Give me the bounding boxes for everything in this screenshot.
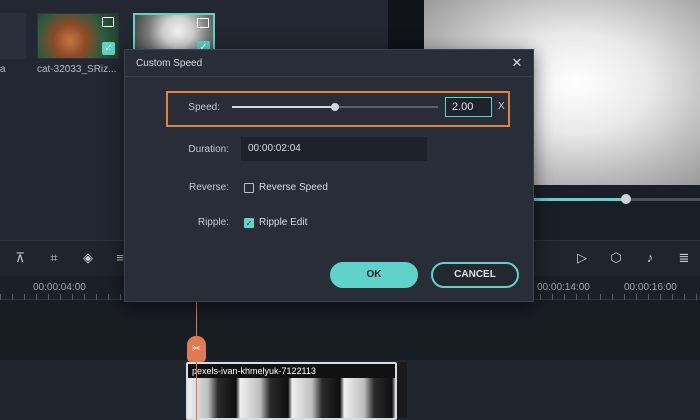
mic-icon[interactable]: ♪: [642, 250, 658, 266]
preview-scrub-handle[interactable]: [621, 194, 631, 204]
play-icon[interactable]: ▷: [574, 250, 590, 266]
clip-tail: [397, 362, 407, 418]
ruler-tick-label: 00:00:14:00: [537, 282, 590, 293]
clip-label: pexels-ivan-khmelyuk-7122113: [192, 366, 316, 376]
clip-thumbnails: [188, 378, 395, 418]
reverse-speed-checkbox[interactable]: [244, 183, 254, 193]
media-thumbnail-cat[interactable]: ✓: [37, 13, 119, 59]
speed-unit: X: [498, 101, 505, 112]
reverse-label: Reverse:: [188, 182, 229, 193]
ok-button[interactable]: OK: [330, 262, 418, 288]
marker-icon[interactable]: ⬡: [608, 250, 624, 266]
media-label: a: [0, 64, 6, 75]
dialog-divider: [124, 76, 534, 77]
speed-slider-fill: [232, 106, 335, 108]
duration-field[interactable]: 00:00:02:04: [241, 137, 427, 161]
speed-slider-thumb[interactable]: [331, 103, 339, 111]
mixer-icon[interactable]: ≣: [676, 250, 692, 266]
film-icon: [102, 17, 114, 27]
media-thumbnail-partial[interactable]: [0, 13, 26, 59]
cancel-button[interactable]: CANCEL: [431, 262, 519, 288]
ruler-tick-label: 00:00:04:00: [33, 282, 86, 293]
duration-label: Duration:: [188, 144, 229, 155]
ripple-edit-label[interactable]: Ripple Edit: [259, 217, 307, 228]
keyframe-icon[interactable]: ◈: [80, 250, 96, 266]
media-label-cat: cat-32033_SRiz...: [37, 64, 117, 75]
ruler-tick-label: 00:00:16:00: [624, 282, 677, 293]
scissors-icon[interactable]: ✂: [187, 336, 206, 362]
close-icon[interactable]: ✕: [510, 56, 524, 70]
ripple-edit-checkbox[interactable]: ✓: [244, 218, 254, 228]
check-icon: ✓: [102, 42, 115, 55]
ripple-label: Ripple:: [197, 217, 229, 228]
reverse-speed-label[interactable]: Reverse Speed: [259, 182, 328, 193]
crop-icon[interactable]: ⌗: [46, 250, 62, 266]
speed-input[interactable]: [445, 97, 492, 117]
dialog-title: Custom Speed: [136, 58, 203, 69]
film-icon: [197, 18, 209, 28]
timeline-clip[interactable]: pexels-ivan-khmelyuk-7122113: [186, 362, 397, 420]
render-icon[interactable]: ⊼: [12, 250, 28, 266]
speed-label: Speed:: [188, 102, 220, 113]
